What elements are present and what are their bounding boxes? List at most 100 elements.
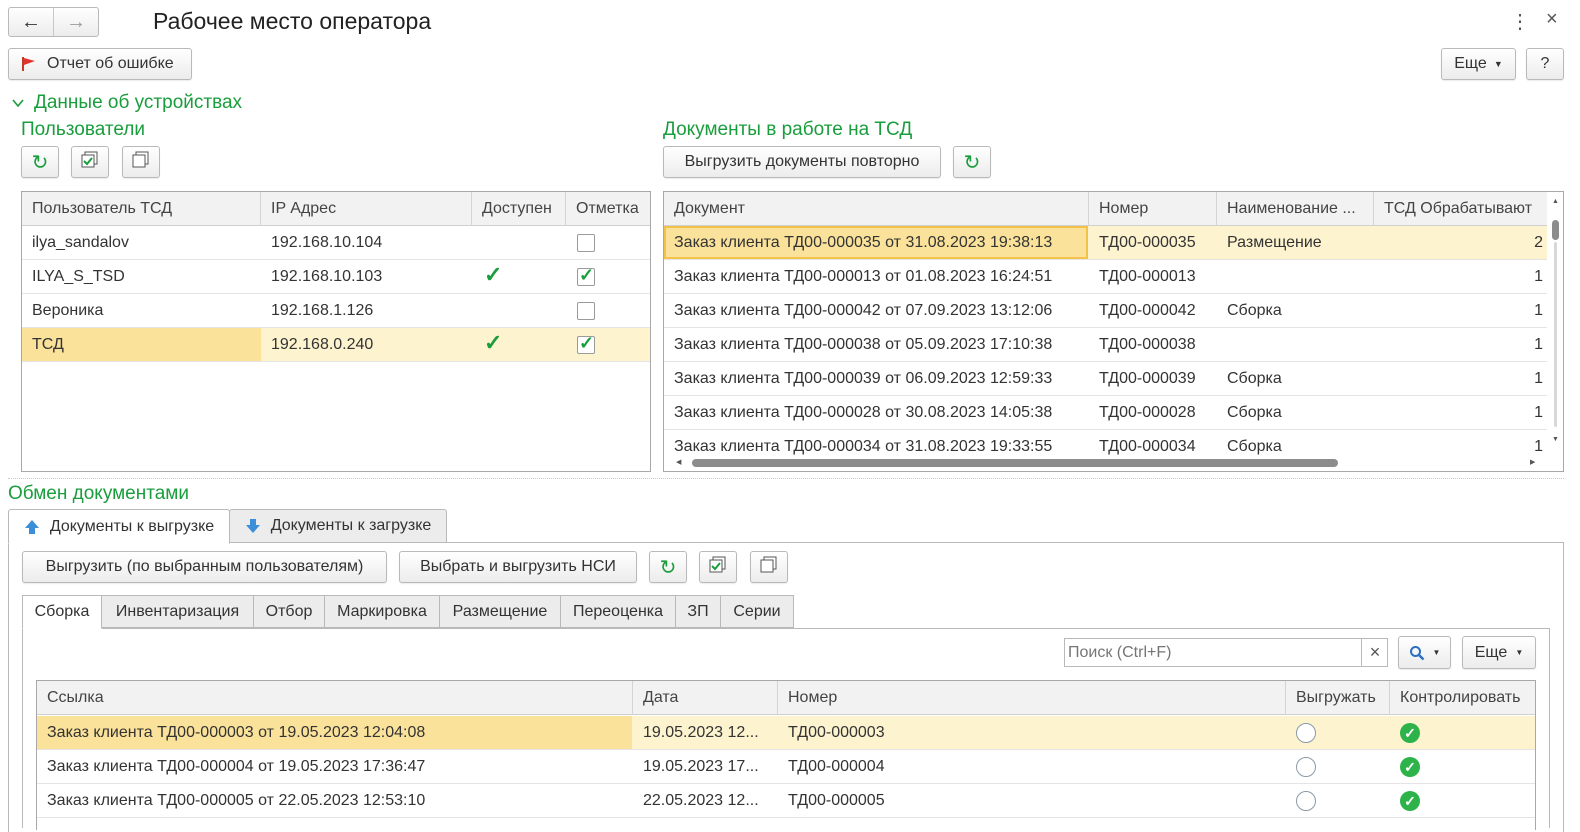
cell-name: Сборка — [1227, 370, 1282, 387]
arrow-right-icon: → — [66, 10, 86, 33]
more-button-list[interactable]: Еще ▼ — [1462, 636, 1536, 669]
mark-checkbox[interactable]: ✓ — [577, 333, 595, 354]
help-button[interactable]: ? — [1526, 48, 1564, 80]
scroll-right-icon[interactable]: ▶ — [1530, 458, 1535, 466]
upload-radio[interactable] — [1296, 791, 1316, 811]
subtab-revaluation[interactable]: Переоценка — [560, 595, 676, 628]
horizontal-scrollbar[interactable]: ◀ ▶ — [664, 455, 1547, 471]
devices-group-title: Данные об устройствах — [34, 92, 243, 113]
users-refresh-button[interactable]: ↻ — [21, 146, 59, 178]
scroll-up-icon[interactable]: ▲ — [1552, 198, 1559, 205]
arrow-up-blue-icon — [24, 519, 40, 535]
table-row[interactable]: ILYA_S_TSD 192.168.10.103 ✓ ✓ — [22, 260, 650, 294]
docs-in-work-table: Документ Номер Наименование ... ТСД Обра… — [663, 191, 1564, 472]
cell-number: ТД00-000039 — [1099, 370, 1196, 387]
select-upload-nsi-button[interactable]: Выбрать и выгрузить НСИ — [399, 551, 637, 583]
close-icon[interactable]: × — [1546, 8, 1558, 31]
col-header-number[interactable]: Номер — [1089, 192, 1217, 226]
exchange-table-header: Ссылка Дата Номер Выгружать Контролирова… — [37, 681, 1535, 715]
checkbox-check-icon: ✓ — [579, 265, 595, 285]
cell-number: ТД00-000035 — [1099, 234, 1196, 251]
col-header-date[interactable]: Дата — [633, 681, 778, 715]
table-row[interactable]: Заказ клиента ТД00-000035 от 31.08.2023 … — [664, 226, 1547, 260]
subtab-zp[interactable]: ЗП — [675, 595, 721, 628]
cell-number: ТД00-000042 — [1099, 302, 1196, 319]
mark-checkbox[interactable] — [577, 234, 595, 252]
mark-checkbox[interactable] — [577, 302, 595, 320]
table-row[interactable]: Вероника 192.168.1.126 — [22, 294, 650, 328]
cell-number: ТД00-000038 — [1099, 336, 1196, 353]
table-row[interactable]: Заказ клиента ТД00-000004 от 19.05.2023 … — [37, 750, 1535, 784]
dropdown-arrow-icon: ▼ — [1515, 648, 1524, 657]
check-all-icon — [709, 556, 727, 579]
table-row[interactable]: Заказ клиента ТД00-000003 от 19.05.2023 … — [37, 716, 1535, 750]
col-header-document[interactable]: Документ — [664, 192, 1089, 226]
checkbox-check-icon: ✓ — [579, 333, 595, 353]
subtab-series[interactable]: Серии — [720, 595, 794, 628]
devices-group-toggle[interactable]: Данные об устройствах — [10, 92, 242, 114]
chevron-down-icon — [10, 95, 26, 111]
subtab-selection[interactable]: Отбор — [253, 595, 325, 628]
vertical-scroll-thumb[interactable] — [1552, 220, 1559, 240]
col-header-link[interactable]: Ссылка — [37, 681, 633, 715]
users-uncheck-all-button[interactable] — [122, 146, 160, 178]
search-button[interactable]: ▼ — [1398, 636, 1451, 669]
arrow-down-blue-icon — [245, 518, 261, 534]
subtab-marking[interactable]: Маркировка — [324, 595, 440, 628]
clear-search-icon[interactable]: × — [1361, 639, 1388, 666]
col-header-user[interactable]: Пользователь ТСД — [22, 192, 261, 226]
subtab-placement[interactable]: Размещение — [439, 595, 561, 628]
page-title: Рабочее место оператора — [153, 8, 432, 34]
scroll-down-icon[interactable]: ▼ — [1552, 436, 1559, 443]
col-header-number[interactable]: Номер — [778, 681, 1286, 715]
upload-radio[interactable] — [1296, 757, 1316, 777]
col-header-upload[interactable]: Выгружать — [1286, 681, 1390, 715]
upload-selected-users-button[interactable]: Выгрузить (по выбранным пользователям) — [22, 551, 387, 583]
cell-document: Заказ клиента ТД00-000035 от 31.08.2023 … — [664, 226, 1088, 259]
tab-docs-to-download[interactable]: Документы к загрузке — [229, 509, 447, 543]
error-report-button[interactable]: Отчет об ошибке — [8, 48, 192, 80]
vertical-scrollbar[interactable]: ▲ ▼ — [1547, 192, 1563, 457]
table-row[interactable]: Заказ клиента ТД00-000005 от 22.05.2023 … — [37, 784, 1535, 818]
subtab-assembly[interactable]: Сборка — [22, 595, 102, 629]
docs-refresh-button[interactable]: ↻ — [953, 146, 991, 178]
cell-ip: 192.168.10.103 — [271, 268, 383, 285]
mark-checkbox[interactable]: ✓ — [577, 265, 595, 286]
upload-radio[interactable] — [1296, 723, 1316, 743]
exchange-check-all-button[interactable] — [699, 551, 737, 583]
subtab-inventory[interactable]: Инвентаризация — [101, 595, 254, 628]
col-header-name[interactable]: Наименование ... — [1217, 192, 1374, 226]
help-label: ? — [1540, 55, 1550, 72]
cell-document: Заказ клиента ТД00-000042 от 07.09.2023 … — [674, 302, 1053, 319]
control-check-icon[interactable]: ✓ — [1400, 757, 1420, 777]
control-check-icon[interactable]: ✓ — [1400, 723, 1420, 743]
col-header-mark[interactable]: Отметка — [566, 192, 650, 226]
col-header-available[interactable]: Доступен — [472, 192, 566, 226]
control-check-icon[interactable]: ✓ — [1400, 791, 1420, 811]
search-input[interactable] — [1065, 639, 1361, 666]
more-button-top[interactable]: Еще ▼ — [1441, 48, 1516, 80]
table-row[interactable]: Заказ клиента ТД00-000038 от 05.09.2023 … — [664, 328, 1547, 362]
table-row[interactable]: ilya_sandalov 192.168.10.104 — [22, 226, 650, 260]
col-header-ip[interactable]: IP Адрес — [261, 192, 472, 226]
exchange-uncheck-all-button[interactable] — [750, 551, 788, 583]
horizontal-scroll-thumb[interactable] — [692, 459, 1338, 467]
back-button[interactable]: ← — [9, 8, 54, 36]
window-menu-icon[interactable]: ⋮ — [1510, 9, 1530, 34]
table-row[interactable]: ТСД 192.168.0.240 ✓ ✓ — [22, 328, 650, 362]
users-check-all-button[interactable] — [71, 146, 109, 178]
col-header-tsd-count[interactable]: ТСД Обрабатывают — [1374, 192, 1547, 226]
nav-buttons: ← → — [8, 7, 99, 37]
table-row[interactable]: Заказ клиента ТД00-000039 от 06.09.2023 … — [664, 362, 1547, 396]
col-header-control[interactable]: Контролировать — [1390, 681, 1535, 715]
table-row[interactable]: Заказ клиента ТД00-000013 от 01.08.2023 … — [664, 260, 1547, 294]
scroll-left-icon[interactable]: ◀ — [676, 458, 681, 466]
cell-user: ILYA_S_TSD — [32, 268, 125, 285]
forward-button[interactable]: → — [54, 8, 98, 36]
reupload-docs-button[interactable]: Выгрузить документы повторно — [663, 146, 941, 178]
tab-docs-to-upload[interactable]: Документы к выгрузке — [8, 509, 230, 544]
table-row[interactable]: Заказ клиента ТД00-000042 от 07.09.2023 … — [664, 294, 1547, 328]
exchange-refresh-button[interactable]: ↻ — [649, 551, 687, 583]
cell-count: 1 — [1534, 404, 1543, 421]
table-row[interactable]: Заказ клиента ТД00-000028 от 30.08.2023 … — [664, 396, 1547, 430]
